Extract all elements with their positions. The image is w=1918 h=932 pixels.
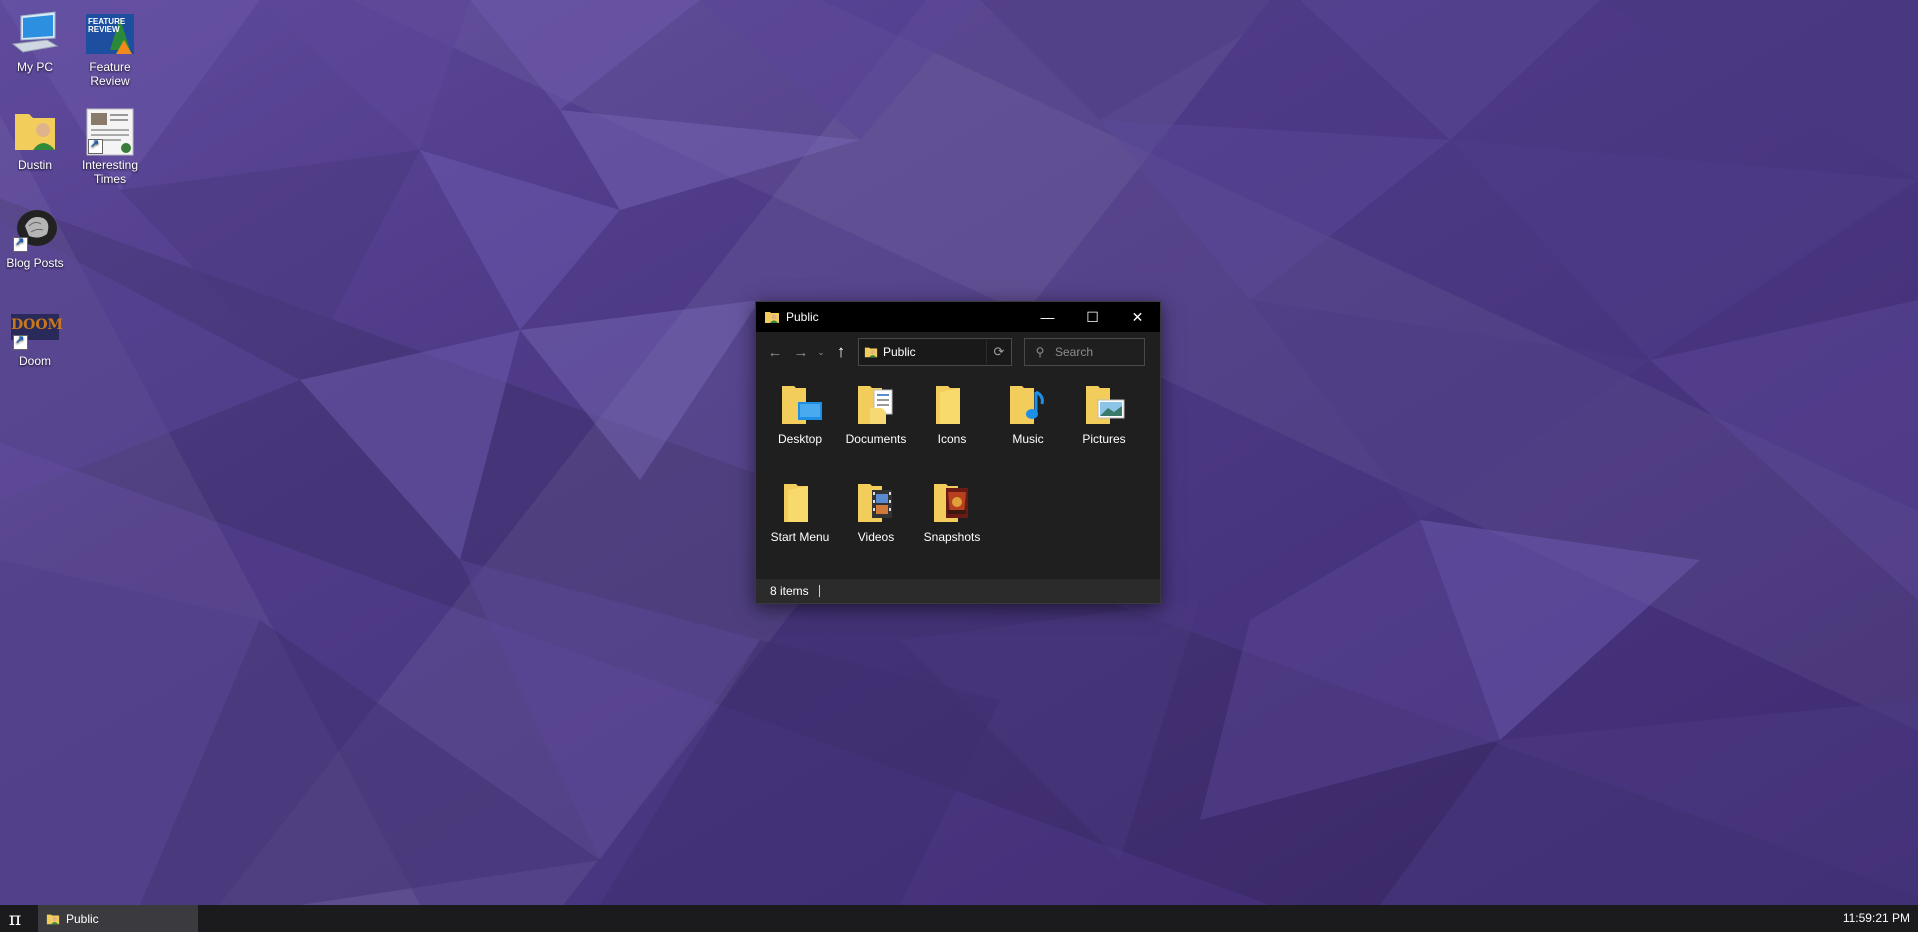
folder-item-label: Desktop <box>777 432 823 446</box>
search-box[interactable]: ⚲ Search <box>1024 338 1145 366</box>
user-folder-icon <box>864 345 878 359</box>
folder-item-desktop[interactable]: Desktop <box>763 382 837 446</box>
folder-item-music[interactable]: Music <box>991 382 1065 446</box>
search-placeholder: Search <box>1055 345 1094 359</box>
user-folder-icon <box>46 912 60 926</box>
user-folder-icon <box>764 309 780 325</box>
taskbar-item-public[interactable]: Public <box>38 905 198 932</box>
address-bar[interactable]: Public ⟳ <box>858 338 1012 366</box>
desktop-icon-label: Dustin <box>17 158 52 172</box>
folder-item-label: Music <box>1012 432 1044 446</box>
address-text: Public <box>883 345 916 359</box>
desktop-icon-dustin[interactable]: Dustin <box>0 102 71 172</box>
refresh-icon[interactable]: ⟳ <box>986 340 1011 364</box>
folder-item-label: Start Menu <box>770 530 830 544</box>
folder-item-pictures[interactable]: Pictures <box>1067 382 1141 446</box>
explorer-window: Public — ☐ ✕ ← → ⌄ ↑ Public ⟳ ⚲ Search D… <box>755 301 1161 604</box>
desktop-icon-doom[interactable]: DOOM Doom <box>0 298 71 368</box>
desktop-icon-label: Feature Review <box>89 60 131 88</box>
desktop-icon-interesting-times[interactable]: Interesting Times <box>74 102 146 186</box>
desktop-icon-label: Interesting Times <box>81 158 139 186</box>
title-bar[interactable]: Public — ☐ ✕ <box>756 302 1160 332</box>
minimize-button[interactable]: — <box>1025 302 1070 332</box>
folder-item-label: Icons <box>937 432 967 446</box>
shortcut-arrow-icon <box>88 137 103 154</box>
folder-icon <box>776 480 824 528</box>
folder-item-documents[interactable]: Documents <box>839 382 913 446</box>
folder-icon <box>928 382 976 430</box>
recent-locations-chevron-down-icon[interactable]: ⌄ <box>814 339 828 365</box>
window-title: Public <box>786 310 819 324</box>
desktop-icon-my-pc[interactable]: My PC <box>0 4 71 74</box>
taskbar: π Public 11:59:21 PM <box>0 905 1918 932</box>
doom-logo-text: DOOM <box>11 317 64 333</box>
desktop-icon-label: My PC <box>17 60 53 74</box>
document-thumbnail-icon <box>86 108 134 156</box>
folder-snapshots-icon <box>928 480 976 528</box>
user-folder-icon <box>11 108 59 156</box>
folder-documents-icon <box>852 382 900 430</box>
desktop-icon-feature-review[interactable]: FEATURE REVIEW Feature Review <box>74 4 146 88</box>
maximize-button[interactable]: ☐ <box>1070 302 1115 332</box>
taskbar-item-label: Public <box>66 911 99 926</box>
folder-videos-icon <box>852 480 900 528</box>
doom-logo-icon: DOOM <box>11 304 64 352</box>
desktop-icon-blog-posts[interactable]: Blog Posts <box>0 200 71 270</box>
start-button[interactable]: π <box>0 905 30 932</box>
folder-music-icon <box>1004 382 1052 430</box>
computer-icon <box>11 10 59 58</box>
status-divider <box>818 585 820 597</box>
shortcut-arrow-icon <box>13 333 28 350</box>
folder-desktop-icon <box>776 382 824 430</box>
feature-review-thumb-text: FEATURE REVIEW <box>88 17 126 34</box>
status-bar: 8 items <box>756 579 1160 603</box>
brain-scan-icon <box>11 206 59 254</box>
folder-contents: Desktop Documents Icons Music Pictures S… <box>756 372 1160 579</box>
folder-item-label: Snapshots <box>923 530 981 544</box>
up-button[interactable]: ↑ <box>828 339 854 365</box>
close-button[interactable]: ✕ <box>1115 302 1160 332</box>
navigation-bar: ← → ⌄ ↑ Public ⟳ ⚲ Search <box>756 332 1160 372</box>
back-button[interactable]: ← <box>762 339 788 365</box>
shortcut-arrow-icon <box>13 235 28 252</box>
feature-review-thumbnail-icon: FEATURE REVIEW <box>86 10 134 58</box>
search-icon: ⚲ <box>1035 345 1045 359</box>
folder-item-label: Documents <box>845 432 907 446</box>
forward-button[interactable]: → <box>788 339 814 365</box>
folder-item-label: Pictures <box>1082 432 1126 446</box>
folder-item-videos[interactable]: Videos <box>839 480 913 544</box>
desktop-icon-label: Blog Posts <box>6 256 64 270</box>
folder-item-snapshots[interactable]: Snapshots <box>915 480 989 544</box>
clock[interactable]: 11:59:21 PM <box>1843 905 1910 932</box>
folder-item-icons[interactable]: Icons <box>915 382 989 446</box>
folder-item-start-menu[interactable]: Start Menu <box>763 480 837 544</box>
folder-pictures-icon <box>1080 382 1128 430</box>
desktop-icon-label: Doom <box>18 354 51 368</box>
item-count: 8 items <box>770 584 809 598</box>
folder-item-label: Videos <box>857 530 895 544</box>
